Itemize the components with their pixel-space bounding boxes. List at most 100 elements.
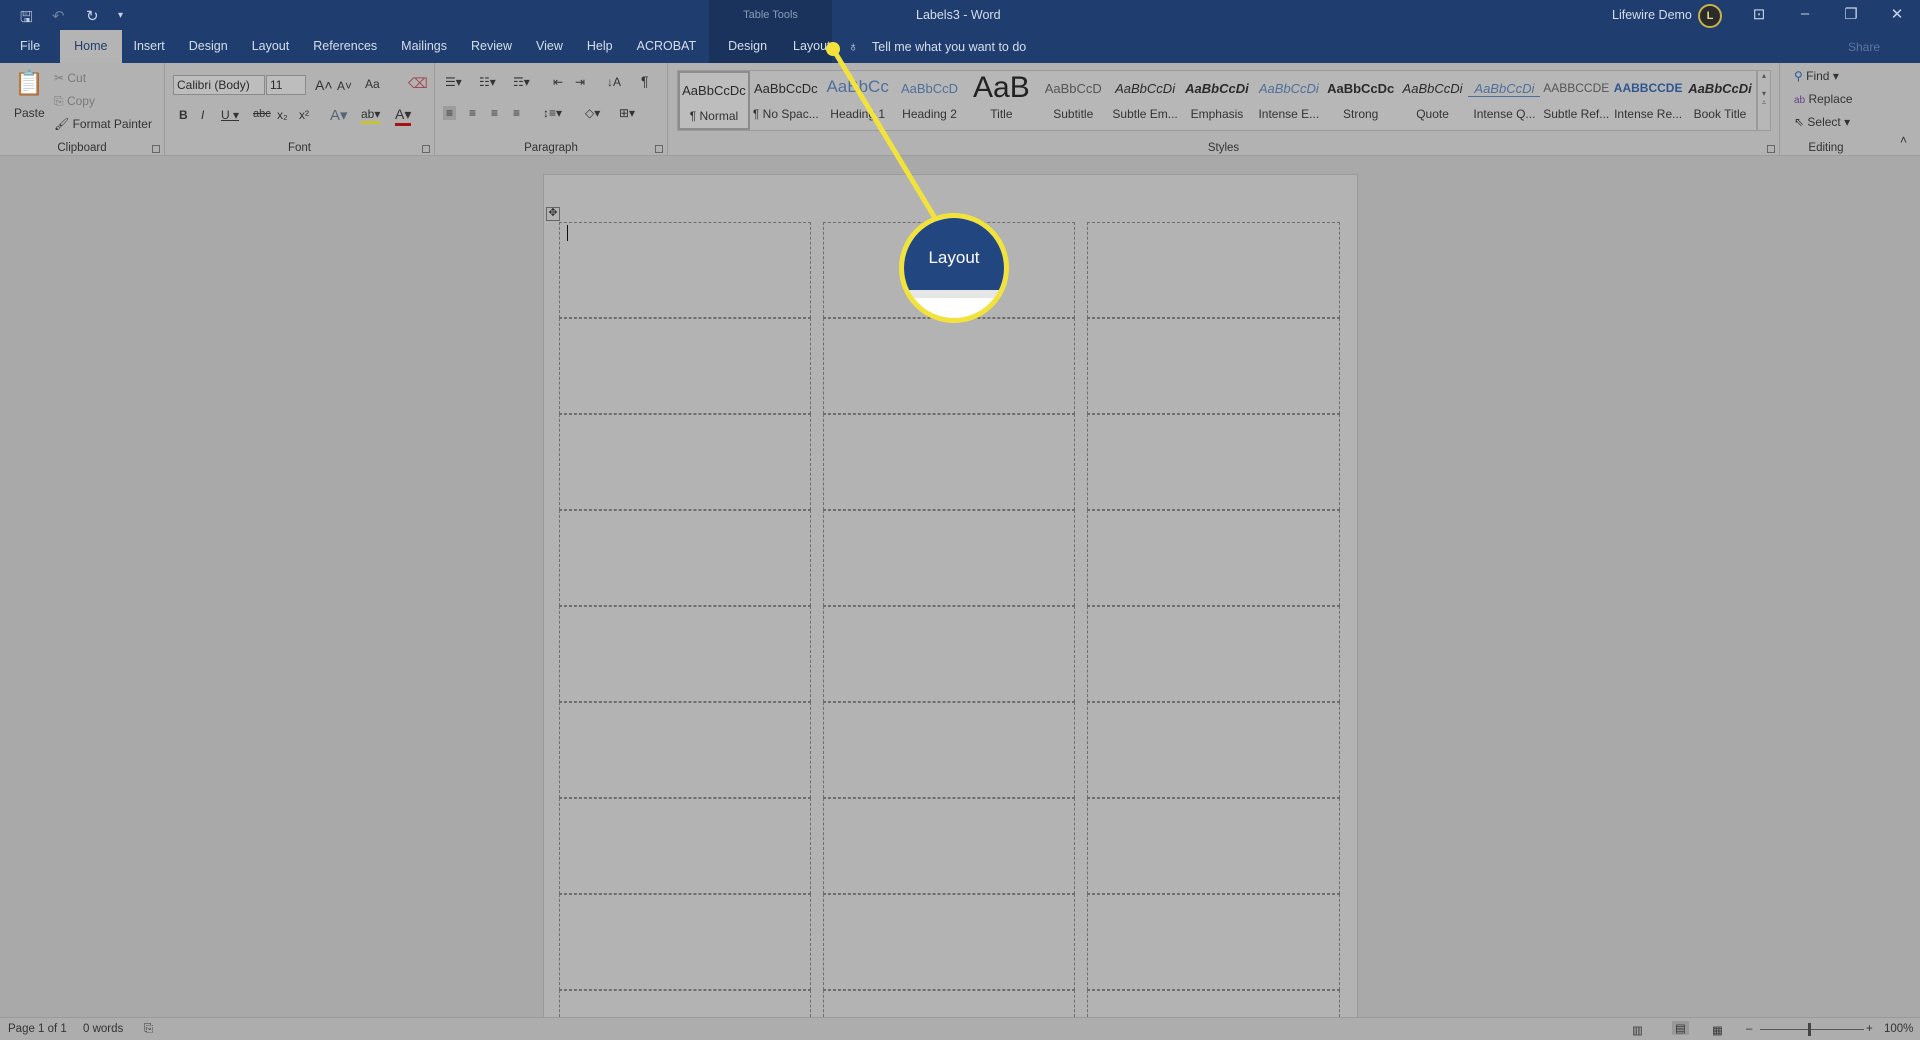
style-4[interactable]: AaB Title: [965, 71, 1037, 130]
clear-formatting-icon[interactable]: ⌫: [408, 75, 428, 92]
label-cell[interactable]: [1087, 606, 1340, 702]
text-effects-icon[interactable]: A▾: [330, 106, 348, 124]
multilevel-list-icon[interactable]: ☶▾: [513, 75, 530, 89]
label-cell[interactable]: [1087, 990, 1340, 1017]
find-button[interactable]: ⚲ Find ▾: [1794, 69, 1839, 83]
shading-icon[interactable]: ◇▾: [585, 106, 600, 120]
minimize-icon[interactable]: –: [1790, 5, 1820, 22]
label-cell[interactable]: [1087, 510, 1340, 606]
tab-table-layout[interactable]: Layout: [781, 30, 843, 63]
highlight-icon[interactable]: ab▾: [361, 107, 381, 124]
font-size-combo[interactable]: 11: [266, 75, 306, 95]
underline-icon[interactable]: U ▾: [221, 108, 239, 122]
customize-icon[interactable]: ▾: [118, 10, 123, 21]
borders-icon[interactable]: ⊞▾: [619, 106, 635, 120]
show-formatting-icon[interactable]: ¶: [641, 73, 649, 89]
restore-icon[interactable]: ❐: [1836, 5, 1866, 23]
paragraph-launcher[interactable]: [655, 145, 663, 153]
increase-indent-icon[interactable]: ⇥: [575, 75, 585, 89]
word-count[interactable]: 0 words: [83, 1023, 123, 1035]
label-cell[interactable]: [1087, 702, 1340, 798]
bullets-icon[interactable]: ☰▾: [445, 75, 462, 89]
style-8[interactable]: AaBbCcDi Intense E...: [1253, 71, 1325, 130]
label-cell[interactable]: [823, 510, 1075, 606]
tab-home[interactable]: Home: [60, 30, 122, 63]
undo-icon[interactable]: ↶: [52, 7, 65, 25]
user-name[interactable]: Lifewire Demo: [1612, 8, 1692, 22]
align-center-icon[interactable]: ≡: [469, 106, 476, 120]
label-cell[interactable]: [559, 510, 811, 606]
style-0[interactable]: AaBbCcDc ¶ Normal: [678, 71, 750, 130]
style-3[interactable]: AaBbCcD Heading 2: [894, 71, 966, 130]
tab-review[interactable]: Review: [459, 30, 524, 63]
read-mode-icon[interactable]: ▥: [1632, 1023, 1643, 1037]
print-layout-icon[interactable]: ▤: [1672, 1021, 1689, 1035]
strikethrough-icon[interactable]: abc: [253, 108, 271, 120]
style-12[interactable]: AABBCCDE Subtle Ref...: [1540, 71, 1612, 130]
style-14[interactable]: AaBbCcDi Book Title: [1684, 71, 1756, 130]
style-2[interactable]: AaBbCc Heading 1: [822, 71, 894, 130]
decrease-indent-icon[interactable]: ⇤: [553, 75, 563, 89]
font-launcher[interactable]: [422, 145, 430, 153]
label-cell[interactable]: [1087, 414, 1340, 510]
style-7[interactable]: AaBbCcDi Emphasis: [1181, 71, 1253, 130]
proofing-icon[interactable]: ⎘: [144, 1023, 153, 1036]
tab-layout[interactable]: Layout: [240, 30, 302, 63]
copy-button[interactable]: ⎘ Copy: [54, 94, 95, 109]
zoom-slider-thumb[interactable]: [1808, 1023, 1811, 1036]
label-cell[interactable]: [1087, 798, 1340, 894]
styles-launcher[interactable]: [1767, 145, 1775, 153]
change-case-button[interactable]: Aa: [365, 77, 380, 91]
close-icon[interactable]: ✕: [1882, 5, 1912, 23]
label-cell[interactable]: [559, 798, 811, 894]
style-5[interactable]: AaBbCcD Subtitle: [1037, 71, 1109, 130]
justify-icon[interactable]: ≡: [513, 106, 520, 120]
paste-button[interactable]: Paste: [14, 106, 45, 120]
avatar[interactable]: L: [1698, 4, 1722, 28]
label-cell[interactable]: [823, 894, 1075, 990]
label-cell[interactable]: [823, 414, 1075, 510]
cut-button[interactable]: ✂ Cut: [54, 71, 86, 85]
tab-design[interactable]: Design: [177, 30, 240, 63]
numbering-icon[interactable]: ☷▾: [479, 75, 496, 89]
font-name-combo[interactable]: Calibri (Body): [173, 75, 265, 95]
ribbon-display-icon[interactable]: ⊡: [1744, 5, 1774, 23]
tab-mailings[interactable]: Mailings: [389, 30, 459, 63]
label-cell[interactable]: [559, 222, 811, 318]
label-cell[interactable]: [1087, 318, 1340, 414]
superscript-icon[interactable]: x²: [299, 108, 309, 122]
label-cell[interactable]: [823, 606, 1075, 702]
tell-me-search[interactable]: Tell me what you want to do: [872, 40, 1026, 54]
label-cell[interactable]: [823, 990, 1075, 1017]
align-left-icon[interactable]: ≡: [443, 106, 457, 120]
style-11[interactable]: AaBbCcDi Intense Q...: [1468, 71, 1541, 130]
italic-icon[interactable]: I: [201, 108, 204, 122]
collapse-ribbon-icon[interactable]: ˄: [1900, 133, 1907, 147]
bold-icon[interactable]: B: [179, 108, 188, 122]
tab-table-design[interactable]: Design: [708, 30, 781, 63]
grow-font-icon[interactable]: A˄: [315, 77, 333, 93]
zoom-level[interactable]: 100%: [1884, 1023, 1913, 1035]
table-move-handle-icon[interactable]: ✥: [546, 207, 560, 221]
save-icon[interactable]: 🖫: [20, 7, 33, 32]
share-button[interactable]: Share: [1848, 40, 1880, 54]
style-13[interactable]: AABBCCDE Intense Re...: [1612, 71, 1684, 130]
label-cell[interactable]: [823, 798, 1075, 894]
shrink-font-icon[interactable]: A˅: [337, 79, 352, 93]
label-cell[interactable]: [559, 318, 811, 414]
label-cell[interactable]: [823, 702, 1075, 798]
line-spacing-icon[interactable]: ↕≡▾: [543, 106, 562, 120]
tab-acrobat[interactable]: ACROBAT: [625, 30, 709, 63]
label-cell[interactable]: [559, 894, 811, 990]
web-layout-icon[interactable]: ▦: [1712, 1023, 1723, 1037]
zoom-out-button[interactable]: –: [1746, 1023, 1752, 1035]
tab-file[interactable]: File: [0, 30, 60, 63]
paste-icon[interactable]: 📋: [14, 69, 44, 98]
label-cell[interactable]: [559, 414, 811, 510]
zoom-slider[interactable]: [1760, 1029, 1864, 1030]
clipboard-launcher[interactable]: [152, 145, 160, 153]
sort-icon[interactable]: ↓A: [607, 75, 621, 89]
select-button[interactable]: ⇖ Select ▾: [1794, 115, 1850, 129]
tab-insert[interactable]: Insert: [122, 30, 177, 63]
zoom-in-button[interactable]: +: [1866, 1023, 1873, 1035]
